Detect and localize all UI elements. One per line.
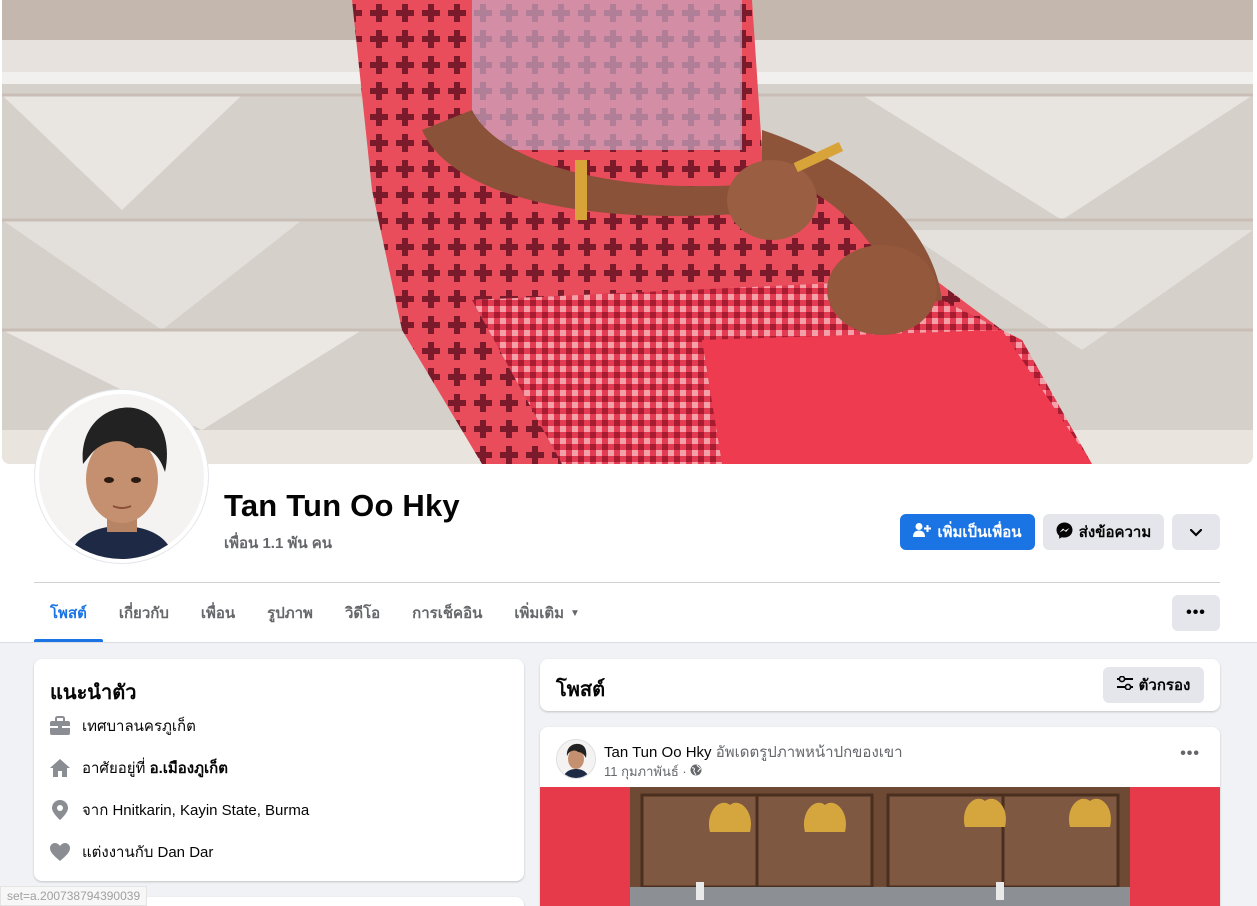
tab-posts[interactable]: โพสต์: [34, 584, 103, 642]
profile-name: Tan Tun Oo Hky: [224, 488, 460, 523]
filter-button[interactable]: ตัวกรอง: [1103, 667, 1204, 703]
more-horizontal-icon: •••: [1180, 745, 1200, 762]
intro-card: แนะนำตัว เทศบาลนครภูเก็ต อาศัยอยู่ที่ อ.…: [34, 659, 524, 881]
intro-from-text: จาก Hnitkarin, Kayin State, Burma: [82, 802, 310, 819]
home-icon: [48, 756, 72, 780]
post-options-button[interactable]: •••: [1180, 745, 1200, 763]
intro-title: แนะนำตัว: [50, 682, 137, 704]
tab-label: โพสต์: [50, 605, 87, 622]
intro-from: จาก Hnitkarin, Kayin State, Burma: [48, 798, 309, 822]
post-action-text: อัพเดตรูปภาพหน้าปกของเขา: [711, 744, 903, 761]
tab-about[interactable]: เกี่ยวกับ: [103, 584, 185, 642]
friends-count[interactable]: เพื่อน 1.1 พัน คน: [224, 531, 332, 555]
intro-lives: อาศัยอยู่ที่ อ.เมืองภูเก็ต: [48, 756, 228, 780]
add-friend-button[interactable]: เพิ่มเป็นเพื่อน: [900, 514, 1035, 550]
post-card: Tan Tun Oo Hky อัพเดตรูปภาพหน้าปกของเขา …: [540, 727, 1220, 906]
post-cover-photo[interactable]: [540, 787, 1220, 906]
message-label: ส่งข้อความ: [1078, 524, 1152, 541]
post-author-avatar[interactable]: [556, 739, 596, 779]
posts-header-card: โพสต์ ตัวกรอง: [540, 659, 1220, 711]
location-pin-icon: [48, 798, 72, 822]
caret-down-icon: ▼: [570, 607, 580, 619]
more-horizontal-icon: •••: [1186, 604, 1206, 621]
intro-lives-prefix: อาศัยอยู่ที่: [82, 760, 150, 777]
tab-photos[interactable]: รูปภาพ: [251, 584, 329, 642]
tab-label: วิดีโอ: [344, 605, 381, 622]
profile-tabs: โพสต์ เกี่ยวกับ เพื่อน รูปภาพ วิดีโอ การ…: [34, 584, 596, 642]
intro-relationship-text: แต่งงานกับ Dan Dar: [82, 844, 214, 861]
messenger-icon: [1056, 522, 1073, 543]
profile-avatar[interactable]: [35, 390, 208, 563]
tab-label: เพื่อน: [200, 605, 236, 622]
tab-label: การเช็คอิน: [412, 605, 483, 622]
status-bar-url: set=a.200738794390039: [0, 886, 148, 906]
tabs-more-button[interactable]: •••: [1172, 595, 1220, 631]
tab-friends[interactable]: เพื่อน: [185, 584, 251, 642]
filter-label: ตัวกรอง: [1138, 677, 1191, 694]
intro-lives-place[interactable]: อ.เมืองภูเก็ต: [150, 760, 228, 777]
header-divider: [34, 582, 1220, 583]
tab-videos[interactable]: วิดีโอ: [329, 584, 396, 642]
globe-icon: [690, 764, 702, 779]
briefcase-icon: [48, 714, 72, 738]
intro-work: เทศบาลนครภูเก็ต: [48, 714, 196, 738]
intro-work-text: เทศบาลนครภูเก็ต: [82, 718, 196, 735]
message-button[interactable]: ส่งข้อความ: [1043, 514, 1164, 550]
add-friend-icon: [913, 522, 932, 542]
tab-label: รูปภาพ: [267, 605, 313, 622]
profile-options-button[interactable]: [1172, 514, 1220, 550]
intro-relationship: แต่งงานกับ Dan Dar: [48, 840, 213, 864]
tab-checkins[interactable]: การเช็คอิน: [396, 584, 498, 642]
tab-label: เกี่ยวกับ: [118, 605, 169, 622]
posts-title: โพสต์: [556, 679, 606, 701]
tab-more[interactable]: เพิ่มเติม ▼: [498, 584, 596, 642]
post-date[interactable]: 11 กุมภาพันธ์ ·: [604, 761, 687, 782]
add-friend-label: เพิ่มเป็นเพื่อน: [937, 524, 1022, 541]
post-author-name[interactable]: Tan Tun Oo Hky: [604, 744, 712, 761]
chevron-down-icon: [1189, 524, 1203, 541]
filter-icon: [1116, 675, 1133, 694]
heart-icon: [48, 840, 72, 864]
tab-label: เพิ่มเติม: [514, 605, 565, 622]
cover-photo[interactable]: [2, 0, 1253, 464]
post-meta: 11 กุมภาพันธ์ ·: [604, 761, 702, 782]
